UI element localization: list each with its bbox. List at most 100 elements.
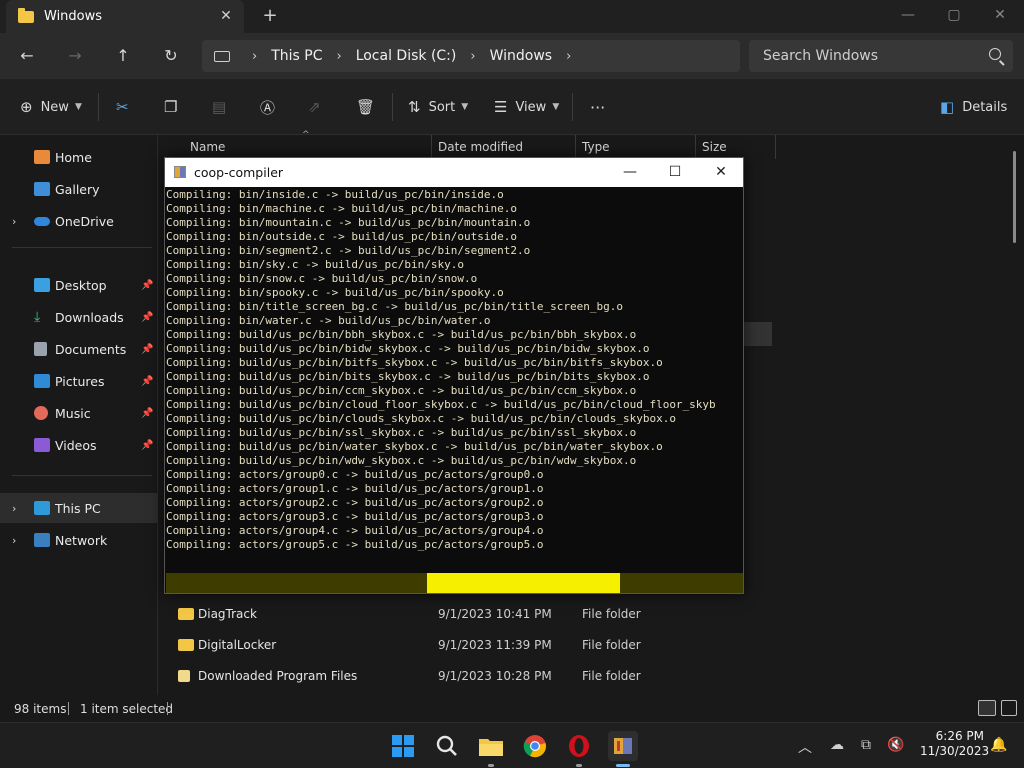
opera-icon[interactable] [564,731,594,767]
toolbar-divider [392,93,393,121]
console-minimize-button[interactable]: — [607,158,653,187]
chrome-icon[interactable] [520,731,550,761]
column-divider[interactable] [575,135,576,159]
forward-button[interactable]: → [61,43,89,69]
column-name[interactable]: Name [190,140,225,154]
new-button[interactable]: ⊕ New ▼ [20,95,82,119]
table-row[interactable]: DigitalLocker 9/1/2023 11:39 PM File fol… [170,631,770,659]
console-line: Compiling: bin/inside.c -> build/us_pc/b… [166,188,504,201]
network-status-icon[interactable]: ⧉ [861,737,871,753]
tab-windows[interactable]: Windows ✕ [6,0,244,33]
start-icon[interactable] [388,731,418,761]
chevron-up-icon[interactable]: ︿ [798,737,812,757]
refresh-button[interactable]: ↻ [157,43,185,69]
clock-date: 11/30/2023 [920,744,990,758]
address-bar[interactable]: › This PC › Local Disk (C:) › Windows › [202,40,740,72]
paste-button[interactable]: ▤ [212,95,234,119]
cut-button[interactable]: ✂ [116,95,137,119]
column-type[interactable]: Type [582,140,610,154]
more-options-button[interactable]: ··· [590,95,605,119]
coop-compiler-icon[interactable] [608,731,638,767]
console-line: Compiling: bin/outside.c -> build/us_pc/… [166,230,517,243]
running-indicator [576,764,582,767]
folder-icon [18,7,34,23]
copy-button[interactable]: ❐ [164,95,185,119]
file-explorer-icon[interactable] [476,731,506,767]
pin-icon: 📌 [141,375,154,387]
table-row[interactable]: DiagTrack 9/1/2023 10:41 PM File folder [170,600,770,628]
notification-bell-icon[interactable]: 🔔 [990,737,1007,753]
chevron-right-icon[interactable]: › [12,534,16,547]
search-icon[interactable] [432,731,462,761]
scrollbar[interactable] [1013,151,1016,243]
file-type: File folder [582,607,641,621]
sidebar-item-downloads[interactable]: ⤓ Downloads 📌 [0,302,158,332]
share-button[interactable]: ⇗ [308,95,329,119]
rename-button[interactable]: Ⓐ [260,95,283,119]
chevron-down-icon: ▼ [461,102,469,112]
chevron-right-icon[interactable]: › [12,215,16,228]
tiles-view-icon[interactable] [1001,700,1017,716]
delete-button[interactable]: 🗑 [356,95,383,119]
breadcrumb-separator[interactable]: › [336,49,341,64]
sort-button[interactable]: ⇅ Sort ▼ [408,95,468,119]
sort-label: Sort [428,99,456,115]
breadcrumb-this-pc[interactable]: This PC [271,48,322,64]
column-date-modified[interactable]: Date modified [438,140,523,154]
file-name: DigitalLocker [198,638,277,652]
sidebar-item-gallery[interactable]: Gallery [0,174,158,204]
search-input[interactable]: Search Windows [749,40,1013,72]
sidebar-item-documents[interactable]: Documents 📌 [0,334,158,364]
sidebar-item-home[interactable]: Home [0,142,158,172]
breadcrumb-separator[interactable]: › [566,49,571,64]
up-button[interactable]: ↑ [109,43,137,69]
sidebar-item-desktop[interactable]: Desktop 📌 [0,270,158,300]
breadcrumb-separator[interactable]: › [470,49,475,64]
console-line: Compiling: build/us_pc/bin/ccm_skybox.c … [166,384,637,397]
console-maximize-button[interactable]: ☐ [652,158,698,187]
console-close-button[interactable]: ✕ [698,158,744,187]
console-line: Compiling: bin/title_screen_bg.c -> buil… [166,300,623,313]
details-button[interactable]: ◧ Details [940,95,1007,119]
volume-muted-icon[interactable]: 🔇 [887,737,904,753]
clock[interactable]: 6:26 PM 11/30/2023 [920,729,990,759]
maximize-button[interactable]: ▢ [931,0,977,30]
breadcrumb-local-disk[interactable]: Local Disk (C:) [356,48,457,64]
view-label: View [515,99,547,115]
column-divider[interactable] [775,135,776,159]
details-view-icon[interactable] [978,700,996,716]
sidebar-item-videos[interactable]: Videos 📌 [0,430,158,460]
console-line: Compiling: actors/group3.c -> build/us_p… [166,510,544,523]
minimize-button[interactable]: — [885,0,931,30]
column-size[interactable]: Size [702,140,727,154]
sidebar-item-onedrive[interactable]: › OneDrive [0,206,158,236]
tab-close-button[interactable]: ✕ [216,6,236,26]
console-title-bar[interactable]: coop-compiler — ☐ ✕ [165,158,743,187]
sidebar-item-this-pc[interactable]: › This PC [0,493,158,523]
status-divider [68,702,69,715]
computer-icon [34,501,50,515]
details-pane-icon: ◧ [940,98,955,116]
table-row[interactable]: Downloaded Program Files 9/1/2023 10:28 … [170,662,770,690]
console-output: Compiling: bin/inside.c -> build/us_pc/b… [165,188,743,568]
download-arrow-icon: ⤓ [34,309,41,325]
sidebar-item-network[interactable]: › Network [0,525,158,555]
navigation-pane: Home Gallery › OneDrive Desktop 📌 ⤓ Down… [0,135,158,695]
chevron-right-icon[interactable]: › [12,502,16,515]
breadcrumb-windows[interactable]: Windows [490,48,553,64]
navigation-bar: ← → ↑ ↻ › This PC › Local Disk (C:) › Wi… [0,33,1024,79]
onedrive-offline-icon[interactable]: ☁ [830,737,844,753]
console-line: Compiling: actors/group2.c -> build/us_p… [166,496,544,509]
close-button[interactable]: ✕ [977,0,1023,30]
search-icon[interactable] [989,48,1001,60]
back-button[interactable]: ← [13,43,41,69]
home-icon [34,150,50,164]
sidebar-item-pictures[interactable]: Pictures 📌 [0,366,158,396]
new-tab-button[interactable]: + [258,6,282,26]
file-type: File folder [582,669,641,683]
column-divider[interactable] [431,135,432,159]
column-divider[interactable] [695,135,696,159]
view-button[interactable]: ☰ View ▼ [494,95,559,119]
sidebar-item-music[interactable]: Music 📌 [0,398,158,428]
trash-icon: 🗑 [356,98,376,116]
